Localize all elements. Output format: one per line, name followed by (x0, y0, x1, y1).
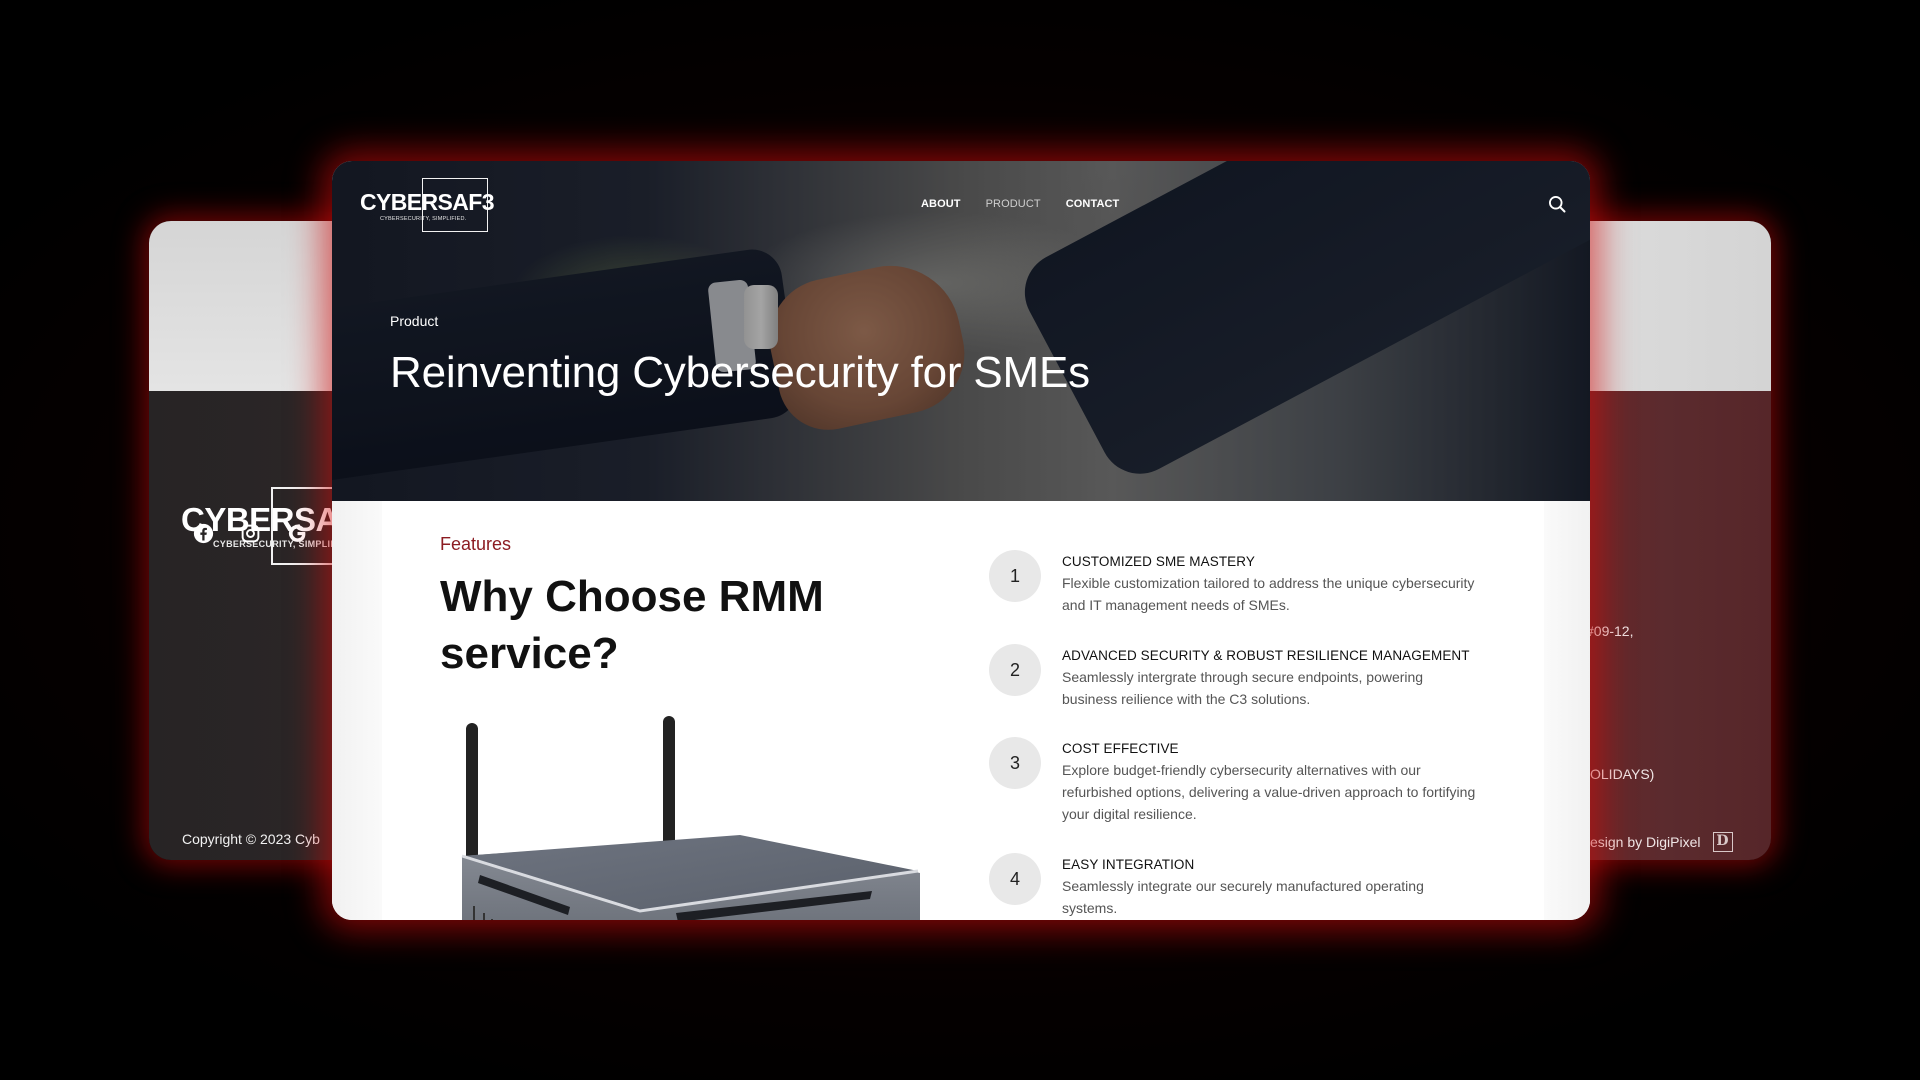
feature-title: ADVANCED SECURITY & ROBUST RESILIENCE MA… (1062, 648, 1470, 663)
feature-number-badge: 1 (989, 550, 1041, 602)
content-margin-right (1544, 501, 1590, 920)
facebook-icon[interactable] (193, 523, 214, 544)
logo-wordmark: CYBERSAF3 (360, 189, 495, 215)
logo-tagline: CYBERSECURITY, SIMPLIFIED. (380, 216, 467, 222)
instagram-icon[interactable] (240, 523, 261, 544)
content-margin-left (332, 501, 382, 920)
opening-hours-text: OLIDAYS) (1590, 766, 1655, 782)
nav-product[interactable]: PRODUCT (986, 198, 1041, 210)
main-page-card: CYBERSAF3 CYBERSECURITY, SIMPLIFIED. ABO… (332, 161, 1590, 920)
site-logo[interactable]: CYBERSAF3 CYBERSECURITY, SIMPLIFIED. (360, 178, 495, 232)
main-nav: ABOUT PRODUCT CONTACT (921, 198, 1119, 210)
feature-description: Seamlessly intergrate through secure end… (1062, 669, 1424, 707)
page-title: Reinventing Cybersecurity for SMEs (390, 348, 1090, 397)
feature-title: EASY INTEGRATION (1062, 857, 1195, 872)
feature-item: 4 EASY INTEGRATION Seamlessly integrate … (989, 853, 1529, 919)
section-title: Why Choose RMM service? (440, 572, 824, 678)
features-section: Features Why Choose RMM service? 1 CUSTO… (332, 501, 1590, 920)
feature-item: 3 COST EFFECTIVE Explore budget-friendly… (989, 737, 1529, 857)
copyright-text: Copyright © 2023 Cyb (182, 831, 320, 847)
design-credit[interactable]: esign by DigiPixel D (1590, 832, 1733, 852)
feature-description: Explore budget-friendly cybersecurity al… (1062, 762, 1476, 822)
digipixel-logo-icon: D (1712, 832, 1733, 852)
address-text: #09-12, (1586, 623, 1634, 639)
router-product-image (461, 716, 920, 920)
feature-description: Flexible customization tailored to addre… (1062, 575, 1475, 613)
features-list: 1 CUSTOMIZED SME MASTERY Flexible custom… (989, 550, 1529, 919)
social-links (193, 523, 308, 544)
search-button[interactable] (1547, 194, 1567, 214)
feature-number-badge: 2 (989, 644, 1041, 696)
feature-item: 1 CUSTOMIZED SME MASTERY Flexible custom… (989, 550, 1529, 648)
search-icon (1549, 196, 1566, 213)
section-eyebrow: Features (440, 534, 512, 554)
feature-item: 2 ADVANCED SECURITY & ROBUST RESILIENCE … (989, 644, 1529, 741)
feature-number-badge: 3 (989, 737, 1041, 789)
feature-description: Seamlessly integrate our securely manufa… (1062, 878, 1424, 916)
design-credit-text: esign by DigiPixel (1590, 834, 1701, 850)
feature-number-badge: 4 (989, 853, 1041, 905)
breadcrumb: Product (390, 313, 439, 329)
hero-overlay (332, 161, 1590, 501)
feature-title: COST EFFECTIVE (1062, 741, 1179, 756)
feature-title: CUSTOMIZED SME MASTERY (1062, 554, 1255, 569)
nav-contact[interactable]: CONTACT (1066, 198, 1120, 210)
nav-about[interactable]: ABOUT (921, 198, 961, 210)
hero-banner: CYBERSAF3 CYBERSECURITY, SIMPLIFIED. ABO… (332, 161, 1590, 501)
google-icon[interactable] (287, 523, 308, 544)
